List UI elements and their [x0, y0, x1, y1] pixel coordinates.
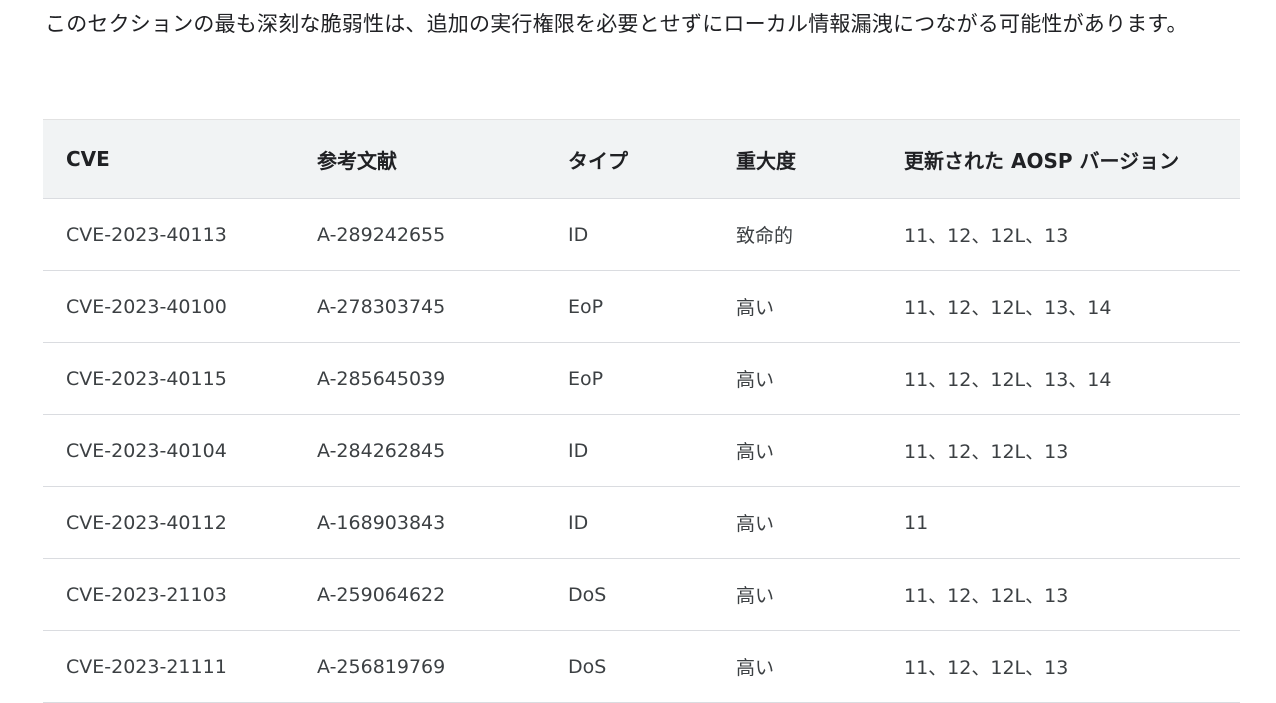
table-row: CVE-2023-40100 A-278303745 EoP 高い 11、12、…: [43, 270, 1240, 343]
cell-aosp-versions: 11、12、12L、13、14: [881, 270, 1240, 343]
table-row: CVE-2023-21111 A-256819769 DoS 高い 11、12、…: [43, 630, 1240, 703]
cell-type: ID: [545, 486, 713, 559]
cell-aosp-versions: 11、12、12L、13: [881, 630, 1240, 703]
section-description: このセクションの最も深刻な脆弱性は、追加の実行権限を必要とせずにローカル情報漏洩…: [45, 12, 1188, 36]
cell-reference: A-168903843: [294, 486, 545, 559]
cell-severity: 高い: [713, 270, 881, 343]
cell-cve: CVE-2023-40113: [43, 198, 294, 271]
cell-cve: CVE-2023-40115: [43, 342, 294, 415]
table-header-row: CVE 参考文献 タイプ 重大度 更新された AOSP バージョン: [43, 119, 1240, 199]
cell-severity: 高い: [713, 414, 881, 487]
cell-reference: A-278303745: [294, 270, 545, 343]
cell-aosp-versions: 11、12、12L、13: [881, 414, 1240, 487]
column-header-cve: CVE: [43, 119, 294, 199]
cell-type: DoS: [545, 630, 713, 703]
cell-severity: 高い: [713, 342, 881, 415]
cell-reference: A-285645039: [294, 342, 545, 415]
cell-aosp-versions: 11、12、12L、13: [881, 558, 1240, 631]
column-header-aosp-versions: 更新された AOSP バージョン: [881, 119, 1240, 199]
cell-cve: CVE-2023-40112: [43, 486, 294, 559]
cell-severity: 高い: [713, 486, 881, 559]
vulnerability-table-container: CVE 参考文献 タイプ 重大度 更新された AOSP バージョン CVE-20…: [43, 119, 1240, 703]
cell-aosp-versions: 11、12、12L、13、14: [881, 342, 1240, 415]
table-row: CVE-2023-21103 A-259064622 DoS 高い 11、12、…: [43, 558, 1240, 631]
table-row: CVE-2023-40112 A-168903843 ID 高い 11: [43, 486, 1240, 559]
table-body: CVE-2023-40113 A-289242655 ID 致命的 11、12、…: [43, 198, 1240, 703]
cell-type: EoP: [545, 270, 713, 343]
column-header-references: 参考文献: [294, 119, 545, 199]
cell-reference: A-284262845: [294, 414, 545, 487]
cell-reference: A-259064622: [294, 558, 545, 631]
cell-severity: 致命的: [713, 198, 881, 271]
table-row: CVE-2023-40104 A-284262845 ID 高い 11、12、1…: [43, 414, 1240, 487]
cell-cve: CVE-2023-40104: [43, 414, 294, 487]
table-row: CVE-2023-40115 A-285645039 EoP 高い 11、12、…: [43, 342, 1240, 415]
cell-aosp-versions: 11: [881, 486, 1240, 559]
column-header-type: タイプ: [545, 119, 713, 199]
cell-severity: 高い: [713, 558, 881, 631]
cell-cve: CVE-2023-40100: [43, 270, 294, 343]
cell-type: ID: [545, 198, 713, 271]
cell-type: EoP: [545, 342, 713, 415]
cell-type: ID: [545, 414, 713, 487]
vulnerability-table: CVE 参考文献 タイプ 重大度 更新された AOSP バージョン CVE-20…: [43, 119, 1240, 703]
cell-reference: A-289242655: [294, 198, 545, 271]
table-row: CVE-2023-40113 A-289242655 ID 致命的 11、12、…: [43, 198, 1240, 271]
cell-aosp-versions: 11、12、12L、13: [881, 198, 1240, 271]
table-header: CVE 参考文献 タイプ 重大度 更新された AOSP バージョン: [43, 119, 1240, 199]
cell-type: DoS: [545, 558, 713, 631]
cell-cve: CVE-2023-21103: [43, 558, 294, 631]
cell-cve: CVE-2023-21111: [43, 630, 294, 703]
column-header-severity: 重大度: [713, 119, 881, 199]
cell-reference: A-256819769: [294, 630, 545, 703]
cell-severity: 高い: [713, 630, 881, 703]
